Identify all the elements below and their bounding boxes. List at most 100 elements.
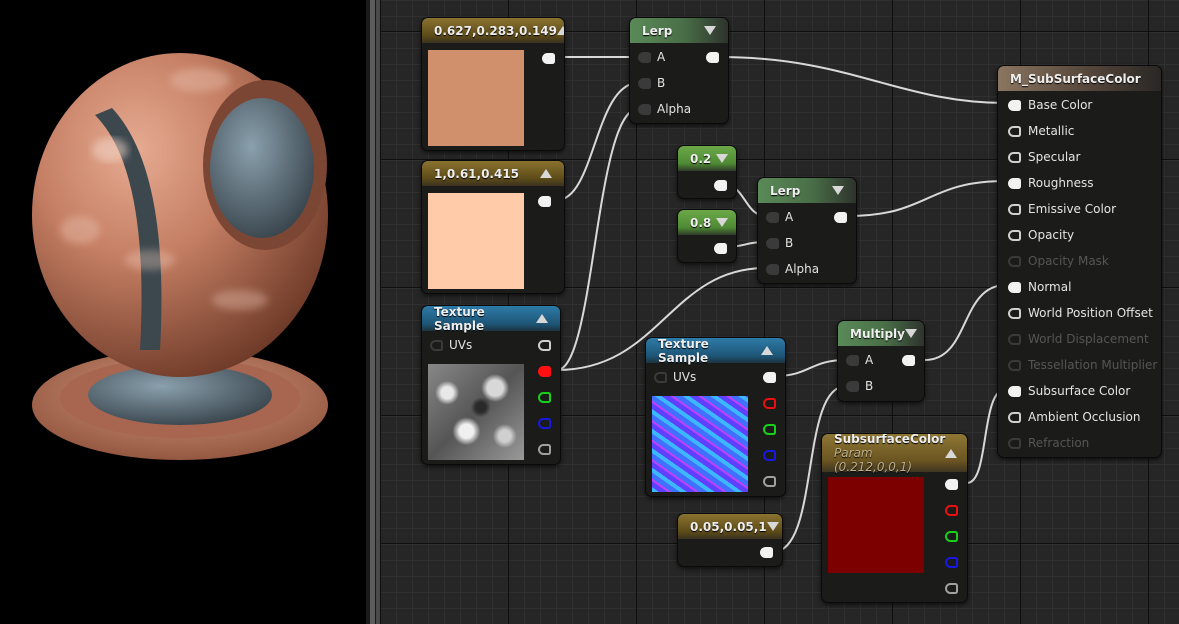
- node-header[interactable]: Lerp: [630, 18, 728, 43]
- node-header[interactable]: Lerp: [758, 178, 856, 203]
- node-title: 0.05,0.05,1: [690, 519, 767, 534]
- input-pin[interactable]: [1008, 204, 1021, 215]
- expand-arrow-icon[interactable]: [904, 329, 917, 338]
- multiply-node[interactable]: Multiply A B: [837, 320, 925, 402]
- node-header[interactable]: 1,0.61,0.415: [422, 161, 564, 186]
- input-pin[interactable]: [1008, 412, 1021, 423]
- pin-label: B: [657, 76, 666, 90]
- node-header[interactable]: Multiply: [838, 321, 924, 346]
- pin-label: UVs: [673, 370, 697, 384]
- input-pin[interactable]: [1008, 282, 1021, 293]
- collapse-arrow-icon[interactable]: [540, 169, 552, 178]
- uvs-input-pin[interactable]: [430, 340, 443, 351]
- node-header[interactable]: 0.2: [678, 146, 736, 171]
- input-pin[interactable]: [1008, 230, 1021, 241]
- splitter-bar: [370, 0, 375, 624]
- input-pin[interactable]: [1008, 100, 1021, 111]
- expand-arrow-icon[interactable]: [704, 26, 716, 35]
- pin-label: B: [785, 236, 794, 250]
- pin-label: UVs: [449, 338, 473, 352]
- output-pin[interactable]: [834, 212, 847, 223]
- output-pin[interactable]: [538, 196, 551, 207]
- scalar-constant-node[interactable]: 0.2: [677, 145, 737, 199]
- node-title: SubsurfaceColor: [834, 433, 946, 446]
- texture-sample-node[interactable]: Texture Sample UVs: [421, 305, 561, 465]
- b-input-pin[interactable]: [638, 78, 651, 89]
- node-header[interactable]: M_SubSurfaceColor: [998, 66, 1161, 91]
- input-label: Tessellation Multiplier: [1028, 358, 1158, 372]
- node-header[interactable]: Texture Sample: [422, 306, 560, 333]
- blue-output-pin[interactable]: [945, 557, 958, 568]
- green-output-pin[interactable]: [945, 531, 958, 542]
- output-pin[interactable]: [760, 547, 773, 558]
- alpha-output-pin[interactable]: [763, 476, 776, 487]
- panel-splitter[interactable]: [366, 0, 380, 624]
- alpha-output-pin[interactable]: [945, 583, 958, 594]
- expand-arrow-icon[interactable]: [832, 186, 844, 195]
- input-label: Roughness: [1028, 176, 1094, 190]
- scalar-constant-node[interactable]: 0.8: [677, 209, 737, 263]
- input-pin[interactable]: [1008, 386, 1021, 397]
- input-pin[interactable]: [1008, 308, 1021, 319]
- green-output-pin[interactable]: [538, 392, 551, 403]
- blue-output-pin[interactable]: [538, 418, 551, 429]
- expand-arrow-icon[interactable]: [716, 218, 728, 227]
- material-preview-viewport[interactable]: [0, 0, 366, 624]
- pin-label: A: [865, 353, 874, 367]
- b-input-pin[interactable]: [766, 238, 779, 249]
- expand-arrow-icon[interactable]: [766, 522, 779, 531]
- node-title: 0.627,0.283,0.149: [434, 23, 557, 38]
- output-pin[interactable]: [714, 180, 727, 191]
- lerp-node[interactable]: Lerp A B Alpha: [629, 17, 729, 124]
- collapse-arrow-icon[interactable]: [557, 26, 564, 35]
- green-output-pin[interactable]: [763, 424, 776, 435]
- lerp-node[interactable]: Lerp A B Alpha: [757, 177, 857, 284]
- input-pin[interactable]: [1008, 152, 1021, 163]
- collapse-arrow-icon[interactable]: [945, 448, 958, 458]
- rgb-output-pin[interactable]: [763, 372, 776, 383]
- node-title: Multiply: [850, 326, 905, 341]
- output-pin[interactable]: [902, 355, 915, 366]
- rgb-output-pin[interactable]: [538, 340, 551, 351]
- node-header[interactable]: 0.05,0.05,1: [678, 514, 782, 539]
- material-graph-canvas[interactable]: 0.627,0.283,0.149 1,0.61,0.415 Texture S…: [380, 0, 1179, 624]
- texture-sample-node[interactable]: Texture Sample UVs: [645, 337, 786, 497]
- output-pin[interactable]: [706, 52, 719, 63]
- input-pin: [1008, 360, 1021, 371]
- alpha-input-pin[interactable]: [766, 264, 779, 275]
- a-input-pin[interactable]: [766, 212, 779, 223]
- collapse-arrow-icon[interactable]: [536, 314, 548, 323]
- red-output-pin[interactable]: [763, 398, 776, 409]
- alpha-output-pin[interactable]: [538, 444, 551, 455]
- material-result-node[interactable]: M_SubSurfaceColor Base Color Metallic Spec…: [997, 65, 1162, 458]
- output-pin[interactable]: [714, 243, 727, 254]
- constant3vector-node[interactable]: 1,0.61,0.415: [421, 160, 565, 294]
- alpha-input-pin[interactable]: [638, 104, 651, 115]
- input-label: Base Color: [1028, 98, 1093, 112]
- rgb-output-pin[interactable]: [945, 479, 958, 490]
- input-label: Subsurface Color: [1028, 384, 1131, 398]
- collapse-arrow-icon[interactable]: [761, 346, 773, 355]
- node-header[interactable]: 0.8: [678, 210, 736, 235]
- blue-output-pin[interactable]: [763, 450, 776, 461]
- input-pin[interactable]: [1008, 126, 1021, 137]
- input-pin[interactable]: [1008, 178, 1021, 189]
- expand-arrow-icon[interactable]: [716, 154, 728, 163]
- input-label: Refraction: [1028, 436, 1090, 450]
- input-pin: [1008, 256, 1021, 267]
- node-header[interactable]: SubsurfaceColor Param (0.212,0,0,1): [822, 433, 967, 474]
- color-swatch: [428, 50, 524, 146]
- node-header[interactable]: 0.627,0.283,0.149: [422, 18, 564, 43]
- b-input-pin[interactable]: [846, 381, 859, 392]
- a-input-pin[interactable]: [638, 52, 651, 63]
- red-output-pin[interactable]: [538, 366, 551, 377]
- a-input-pin[interactable]: [846, 355, 859, 366]
- constant3vector-node[interactable]: 0.627,0.283,0.149: [421, 17, 565, 151]
- output-pin[interactable]: [542, 53, 555, 64]
- vector-parameter-node[interactable]: SubsurfaceColor Param (0.212,0,0,1): [821, 433, 968, 603]
- uvs-input-pin[interactable]: [654, 372, 667, 383]
- constant3vector-node[interactable]: 0.05,0.05,1: [677, 513, 783, 567]
- red-output-pin[interactable]: [945, 505, 958, 516]
- node-header[interactable]: Texture Sample: [646, 338, 785, 365]
- node-title: 0.8: [690, 215, 712, 230]
